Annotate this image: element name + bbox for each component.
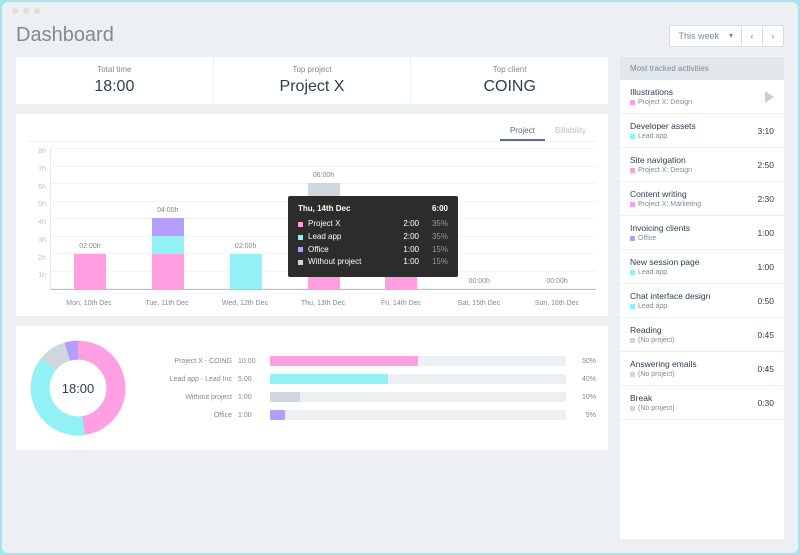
bar-column[interactable]: 02:00h — [207, 148, 285, 289]
period-select[interactable]: This week ▾ — [669, 25, 742, 47]
bar-column[interactable]: 00:00h — [518, 148, 596, 289]
page-title: Dashboard — [16, 24, 114, 47]
chevron-down-icon: ▾ — [729, 31, 733, 40]
tab-project[interactable]: Project — [500, 122, 545, 141]
titlebar — [2, 2, 798, 20]
activity-row[interactable]: Invoicing clientsOffice1:00 — [620, 216, 784, 250]
activity-row[interactable]: Developer assetsLead app3:10 — [620, 114, 784, 148]
bar-column[interactable]: 02:00h — [51, 148, 129, 289]
activity-row[interactable]: Site navigationProject X: Design2:50 — [620, 148, 784, 182]
chart-tooltip: Thu, 14th Dec6:00Project X2:0035%Lead ap… — [288, 196, 458, 277]
activity-row[interactable]: Chat interface designLead app0:50 — [620, 284, 784, 318]
donut-chart: 18:00 — [28, 338, 128, 438]
next-button[interactable]: › — [762, 25, 784, 47]
activity-row[interactable]: IllustrationsProject X: Design — [620, 80, 784, 114]
card-top-client: Top client COING — [411, 57, 608, 104]
play-icon[interactable] — [765, 91, 774, 103]
stacked-bar-chart: 8h7h6h5h4h3h2h1h 02:00h04:00h02:00h06:00… — [28, 148, 596, 308]
activity-row[interactable]: Content writingProject X: Marketing2:30 — [620, 182, 784, 216]
breakdown-panel: 18:00 Project X - COING10:0050% Lead app … — [16, 326, 608, 450]
breakdown-row: Lead app - Lead Inc5:0040% — [142, 374, 596, 384]
chart-panel: Project Billability 8h7h6h5h4h3h2h1h 02:… — [16, 114, 608, 316]
activity-row[interactable]: Break(No project)0:30 — [620, 386, 784, 420]
summary-cards: Total time 18:00 Top project Project X T… — [16, 57, 608, 104]
tab-billability[interactable]: Billability — [545, 122, 596, 141]
breakdown-row: Without project1:0010% — [142, 392, 596, 402]
card-total-time: Total time 18:00 — [16, 57, 214, 104]
breakdown-row: Project X - COING10:0050% — [142, 356, 596, 366]
activities-header: Most tracked activities — [620, 57, 784, 80]
breakdown-row: Office1:005% — [142, 410, 596, 420]
card-top-project: Top project Project X — [214, 57, 412, 104]
bar-column[interactable]: 04:00h — [129, 148, 207, 289]
prev-button[interactable]: ‹ — [741, 25, 763, 47]
period-label: This week — [678, 31, 719, 41]
activity-row[interactable]: Reading(No project)0:45 — [620, 318, 784, 352]
activity-row[interactable]: New session pageLead app1:00 — [620, 250, 784, 284]
activity-row[interactable]: Answering emails(No project)0:45 — [620, 352, 784, 386]
donut-center: 18:00 — [28, 338, 128, 438]
